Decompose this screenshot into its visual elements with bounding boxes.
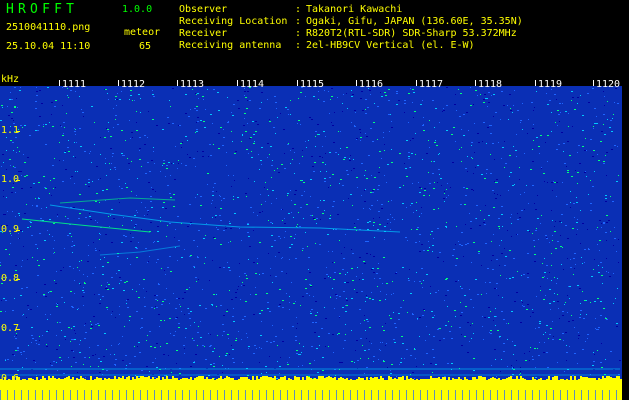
observer-label: Observer [179,4,228,15]
meteor-count: 65 [139,41,152,52]
time-tick-label: 1116 [359,79,384,90]
location-value: Ogaki, Gifu, JAPAN (136.60E, 35.35N) [306,16,523,27]
detection-mode: meteor [124,27,161,38]
receiver-colon: : [295,28,302,39]
antenna-colon: : [295,40,302,51]
time-tick-label: 1114 [240,79,265,90]
time-tick-label: 1118 [478,79,503,90]
date-time: 25.10.04 11:10 [6,41,91,52]
freq-unit-label: kHz [1,74,20,85]
time-tick-label: 1113 [180,79,205,90]
time-tick-label: 1111 [62,79,87,90]
freq-tick-label: 0.8 [1,273,20,284]
freq-tick-label: 0.6 [1,373,20,384]
file-name: 2510041110.png [6,22,91,33]
spectrogram [0,80,622,400]
antenna-value: 2el-HB9CV Vertical (el. E-W) [306,40,475,51]
freq-tick-label: 0.7 [1,323,20,334]
app-title: HROFFT [6,2,79,17]
receiver-label: Receiver [179,28,228,39]
hrofft-window: HROFFT 1.0.0 2510041110.png 25.10.04 11:… [0,0,629,400]
observer-value: Takanori Kawachi [306,4,403,15]
receiver-value: R820T2(RTL-SDR) SDR-Sharp 53.372MHz [306,28,517,39]
antenna-label: Receiving antenna [179,40,282,51]
freq-tick-label: 1.1 [1,125,20,136]
time-tick-label: 1117 [419,79,444,90]
freq-tick-label: 0.9 [1,224,20,235]
audio-level-bar [0,380,622,400]
location-colon: : [295,16,302,27]
location-label: Receiving Location [179,16,288,27]
time-tick-label: 1112 [121,79,146,90]
time-tick-label: 1115 [300,79,325,90]
time-tick-label: 1119 [538,79,563,90]
app-version: 1.0.0 [122,4,153,15]
time-tick-label: 1120 [596,79,621,90]
observer-colon: : [295,4,302,15]
freq-tick-label: 1.0 [1,174,20,185]
